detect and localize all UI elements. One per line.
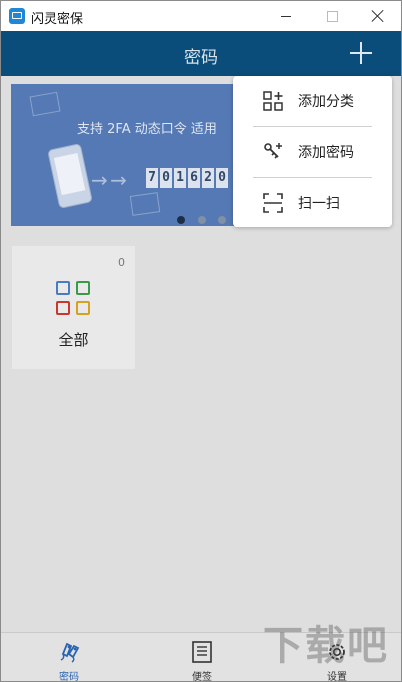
menu-label: 扫一扫 [298,196,340,212]
app-logo-icon [9,8,25,24]
maximize-icon [326,10,338,22]
add-menu-popup: 添加分类 添加密码 扫一扫 [233,76,392,227]
add-button[interactable] [349,41,373,65]
watermark: 下载吧 [263,623,389,669]
nav-label-passwords: 密码 [59,672,79,682]
menu-label: 添加分类 [298,94,354,110]
menu-item-add-password[interactable]: 添加密码 [233,127,392,177]
add-key-icon [264,143,282,159]
close-icon [372,10,384,22]
nav-item-notes[interactable]: 便签 [162,633,242,682]
menu-item-add-category[interactable]: 添加分类 [233,76,392,126]
keys-icon [60,642,80,663]
nav-item-passwords[interactable]: 密码 [29,633,109,682]
menu-item-scan[interactable]: 扫一扫 [233,178,392,228]
menu-label: 添加密码 [298,145,354,161]
scan-icon [263,193,283,213]
app-window: 闪灵密保 密码 支持 2FA 动态口令 适用 → → 7 0 1 6 2 0 0… [0,0,402,682]
notepad-icon [192,641,212,663]
minimize-icon [281,15,291,17]
add-category-icon [263,91,283,111]
close-button[interactable] [355,1,401,31]
window-title: 闪灵密保 [31,12,84,27]
page-title: 密码 [184,48,218,68]
maximize-button[interactable] [309,1,355,31]
nav-label-notes: 便签 [192,672,212,682]
title-bar: 闪灵密保 [1,1,401,31]
minimize-button[interactable] [263,1,309,31]
app-header: 密码 [1,31,401,76]
